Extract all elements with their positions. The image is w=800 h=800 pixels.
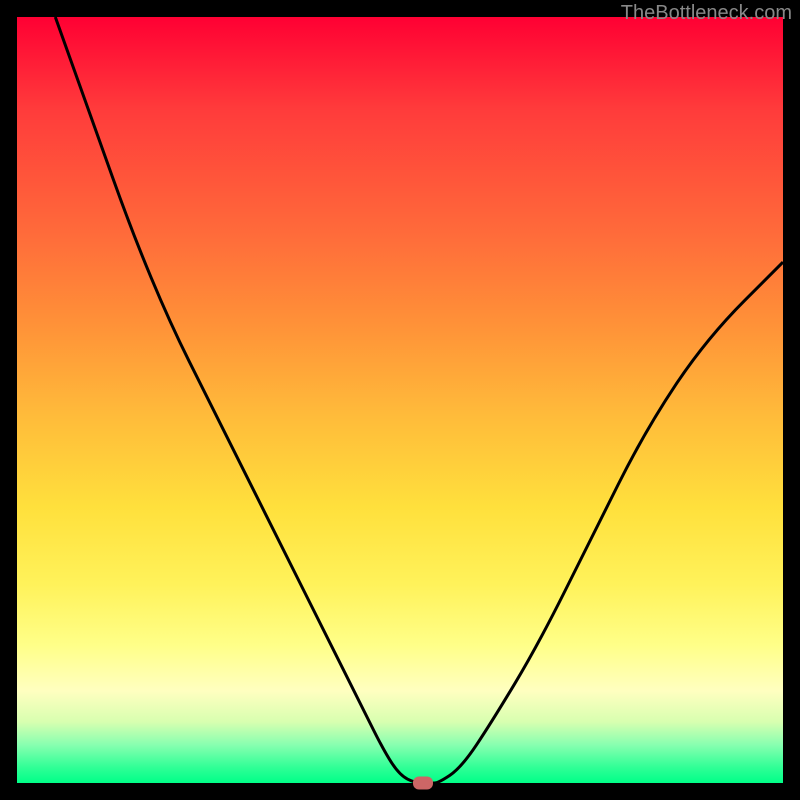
watermark-text: TheBottleneck.com xyxy=(621,2,792,25)
chart-container: TheBottleneck.com xyxy=(0,0,800,800)
optimal-point-marker xyxy=(413,777,433,790)
bottleneck-curve xyxy=(17,17,783,783)
